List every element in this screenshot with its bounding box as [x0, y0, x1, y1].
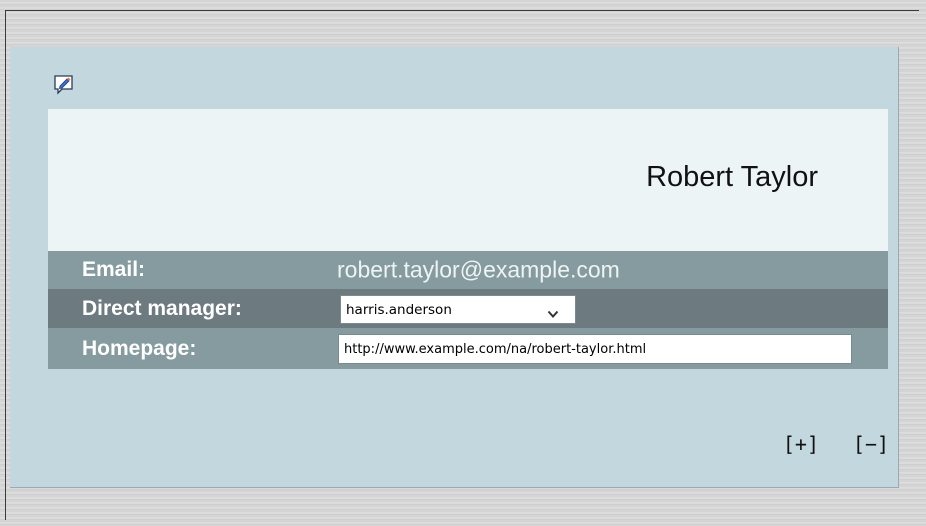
chevron-down-icon — [547, 306, 559, 318]
edit-note-icon[interactable] — [53, 74, 75, 96]
homepage-row: Homepage: — [48, 328, 888, 369]
collapse-button[interactable]: [−] — [853, 432, 889, 456]
direct-manager-select[interactable]: harris.anderson — [340, 295, 576, 324]
direct-manager-value: harris.anderson — [346, 301, 452, 318]
expand-button[interactable]: [+] — [783, 432, 819, 456]
direct-manager-row: Direct manager: harris.anderson — [48, 289, 888, 328]
email-value: robert.taylor@example.com — [337, 256, 620, 283]
homepage-label: Homepage: — [82, 336, 197, 360]
email-label: Email: — [82, 258, 146, 281]
email-row: Email: robert.taylor@example.com — [48, 251, 888, 289]
profile-card: Robert Taylor Email: robert.taylor@examp… — [10, 47, 899, 488]
direct-manager-label: Direct manager: — [82, 296, 242, 320]
name-panel: Robert Taylor — [48, 109, 888, 251]
homepage-input[interactable] — [338, 334, 852, 364]
profile-name: Robert Taylor — [646, 161, 818, 193]
